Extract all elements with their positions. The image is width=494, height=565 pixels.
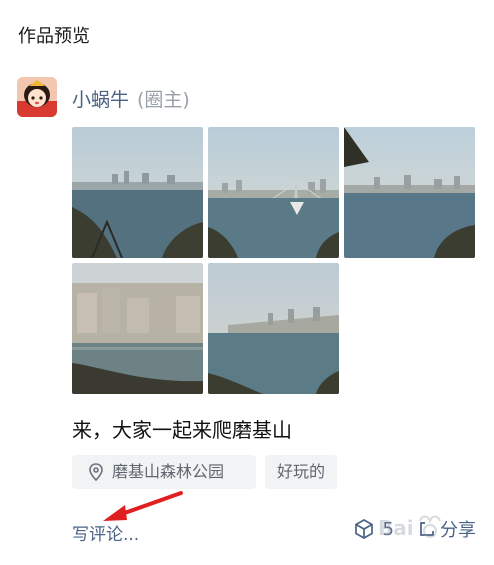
cube-like-icon — [354, 519, 373, 539]
photo-1[interactable] — [72, 127, 203, 258]
author-role: (圈主) — [137, 89, 190, 111]
photo-4[interactable] — [72, 263, 203, 394]
topic-tag-label: 好玩的 — [277, 462, 326, 481]
watermark-logo: Bai — [378, 515, 441, 540]
photo-2[interactable] — [208, 127, 339, 258]
photo-grid — [72, 127, 476, 394]
author-row: 小蜗牛 (圈主) — [72, 85, 190, 112]
page-title: 作品预览 — [18, 26, 90, 47]
photo-3[interactable] — [344, 127, 475, 258]
post-text: 来，大家一起来爬磨基山 — [72, 418, 292, 442]
avatar-illustration — [17, 77, 57, 117]
location-tag-label: 磨基山森林公园 — [112, 462, 225, 481]
photo-5[interactable] — [208, 263, 339, 394]
svg-text:Bai: Bai — [378, 516, 414, 540]
author-name[interactable]: 小蜗牛 — [72, 85, 129, 112]
tag-list: 磨基山森林公园 好玩的 — [72, 455, 338, 489]
topic-tag[interactable]: 好玩的 — [265, 455, 338, 489]
location-tag[interactable]: 磨基山森林公园 — [72, 455, 256, 489]
write-comment-link[interactable]: 写评论... — [72, 520, 139, 545]
avatar[interactable] — [17, 77, 57, 117]
location-pin-icon — [89, 463, 103, 481]
